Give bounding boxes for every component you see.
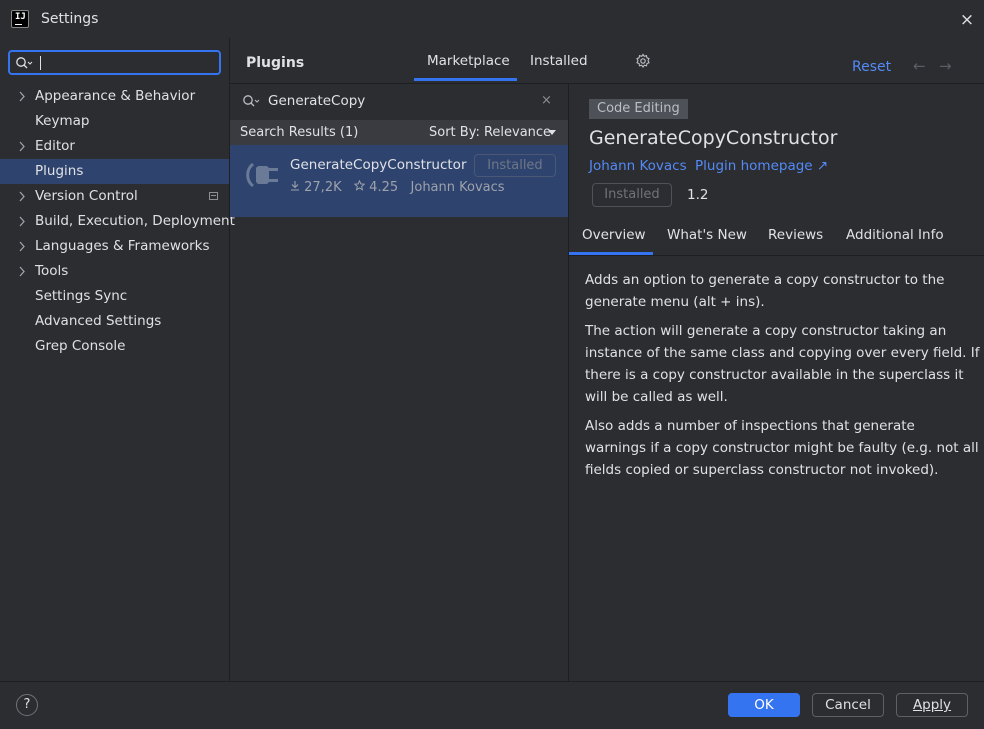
back-arrow-icon[interactable]: ← bbox=[913, 57, 926, 75]
active-tab-indicator bbox=[414, 78, 517, 81]
chevron-right-icon bbox=[19, 216, 25, 227]
title-bar bbox=[0, 0, 984, 38]
plugin-meta: 27,2K 4.25 Johann Kovacs bbox=[290, 179, 505, 195]
chevron-right-icon bbox=[19, 241, 25, 252]
help-button[interactable]: ? bbox=[16, 694, 38, 716]
panel-divider bbox=[230, 83, 984, 84]
star-icon bbox=[353, 179, 366, 191]
sidebar-item-keymap[interactable]: Keymap bbox=[0, 109, 229, 134]
description-paragraph: The action will generate a copy construc… bbox=[585, 323, 980, 405]
download-icon bbox=[291, 181, 299, 191]
sort-dropdown[interactable]: Sort By: Relevance bbox=[429, 125, 551, 140]
plugin-homepage-link[interactable]: Plugin homepage ↗ bbox=[695, 158, 828, 174]
settings-search-input[interactable] bbox=[8, 50, 221, 75]
search-icon bbox=[243, 95, 260, 107]
plugin-version: 1.2 bbox=[687, 187, 709, 203]
tab-marketplace[interactable]: Marketplace bbox=[427, 53, 510, 69]
detail-divider bbox=[568, 83, 569, 681]
plugin-detail-title: GenerateCopyConstructor bbox=[589, 127, 838, 149]
gear-icon[interactable] bbox=[635, 53, 651, 69]
chevron-down-icon[interactable] bbox=[548, 130, 556, 135]
chevron-right-icon bbox=[19, 266, 25, 277]
sidebar-item-editor[interactable]: Editor bbox=[0, 134, 229, 159]
description-paragraph: Also adds a number of inspections that g… bbox=[585, 418, 979, 478]
chevron-right-icon bbox=[19, 191, 25, 202]
tab-reviews[interactable]: Reviews bbox=[768, 227, 823, 243]
footer-divider bbox=[0, 681, 984, 682]
plugin-author: Johann Kovacs bbox=[410, 180, 505, 195]
sidebar-item-settings-sync[interactable]: Settings Sync bbox=[0, 284, 229, 309]
category-tag[interactable]: Code Editing bbox=[589, 99, 688, 119]
download-count: 27,2K bbox=[304, 180, 342, 195]
tab-installed[interactable]: Installed bbox=[530, 53, 588, 69]
chevron-right-icon bbox=[19, 91, 25, 102]
reset-link[interactable]: Reset bbox=[852, 59, 891, 75]
plugin-plug-icon bbox=[246, 162, 278, 188]
close-window-icon[interactable]: × bbox=[956, 9, 978, 31]
author-link[interactable]: Johann Kovacs bbox=[589, 158, 687, 174]
tab-additional-info[interactable]: Additional Info bbox=[846, 227, 944, 243]
description-paragraph: Adds an option to generate a copy constr… bbox=[585, 272, 945, 310]
rating: 4.25 bbox=[369, 180, 399, 195]
installed-badge: Installed bbox=[474, 154, 556, 177]
sidebar-item-plugins[interactable]: Plugins bbox=[0, 159, 229, 184]
intellij-logo-icon: IJ bbox=[11, 10, 29, 28]
sidebar-item-grep-console[interactable]: Grep Console bbox=[0, 334, 229, 359]
chevron-right-icon bbox=[19, 141, 25, 152]
sidebar-item-version-control[interactable]: Version Control bbox=[0, 184, 229, 209]
sidebar-item-advanced-settings[interactable]: Advanced Settings bbox=[0, 309, 229, 334]
plugin-name: GenerateCopyConstructor bbox=[290, 157, 467, 173]
apply-button[interactable]: Apply bbox=[896, 693, 968, 717]
tab-whats-new[interactable]: What's New bbox=[667, 227, 747, 243]
sidebar-item-appearance-behavior[interactable]: Appearance & Behavior bbox=[0, 84, 229, 109]
window-title: Settings bbox=[41, 11, 99, 27]
page-title: Plugins bbox=[246, 55, 305, 71]
apply-label: Apply bbox=[912, 697, 952, 713]
ok-button[interactable]: OK bbox=[728, 693, 800, 717]
plugin-search-input[interactable]: GenerateCopy bbox=[268, 93, 365, 109]
search-icon bbox=[16, 57, 33, 69]
results-count-label: Search Results (1) bbox=[240, 125, 359, 140]
clear-search-icon[interactable]: × bbox=[541, 93, 552, 108]
sidebar-item-tools[interactable]: Tools bbox=[0, 259, 229, 284]
sidebar-item-build-execution-deployment[interactable]: Build, Execution, Deployment bbox=[0, 209, 235, 234]
tab-divider bbox=[569, 255, 984, 256]
installed-button: Installed bbox=[592, 183, 672, 207]
cancel-button[interactable]: Cancel bbox=[812, 693, 884, 717]
sidebar-item-languages-frameworks[interactable]: Languages & Frameworks bbox=[0, 234, 229, 259]
forward-arrow-icon[interactable]: → bbox=[939, 57, 952, 75]
project-level-icon bbox=[209, 192, 218, 200]
tab-overview[interactable]: Overview bbox=[582, 227, 646, 243]
